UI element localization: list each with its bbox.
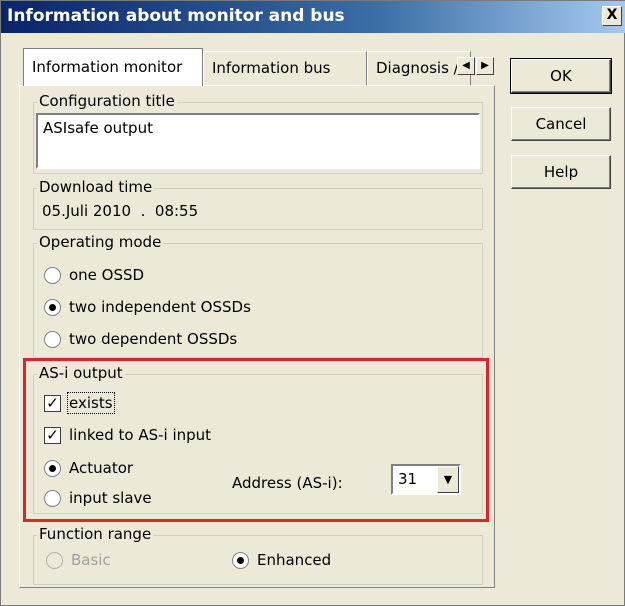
radio-icon [44, 298, 61, 316]
configuration-title-legend: Configuration title [37, 92, 177, 110]
window-title: Information about monitor and bus [7, 6, 345, 26]
tab-information-bus[interactable]: Information bus [203, 51, 367, 86]
ok-button[interactable]: OK [510, 58, 612, 94]
radio-icon [46, 551, 63, 569]
close-icon: X [606, 7, 618, 23]
radio-icon [232, 551, 249, 569]
configuration-title-value: ASIsafe output [43, 119, 153, 137]
function-range-group: Function range Basic Enhanced [33, 525, 483, 585]
tab-scroll-left-button[interactable]: ◀ [457, 57, 475, 75]
cancel-button-label: Cancel [535, 115, 587, 133]
download-time-group: Download time 05.Juli 2010 . 08:55 [33, 178, 483, 230]
radio-label: two dependent OSSDs [69, 330, 238, 348]
radio-icon [44, 266, 61, 284]
arrow-right-icon: ▶ [481, 60, 489, 71]
radio-label: Enhanced [257, 551, 332, 569]
download-time-value: 05.Juli 2010 . 08:55 [42, 202, 199, 220]
download-time-legend: Download time [37, 178, 155, 196]
radio-icon [44, 330, 61, 348]
title-bar[interactable]: Information about monitor and bus X [1, 1, 625, 33]
help-button[interactable]: Help [511, 155, 611, 189]
radio-basic: Basic [46, 551, 111, 569]
radio-label: two independent OSSDs [69, 298, 251, 316]
configuration-title-group: Configuration title ASIsafe output [33, 92, 483, 174]
close-button[interactable]: X [602, 6, 622, 26]
radio-two-independent-ossds[interactable]: two independent OSSDs [44, 298, 251, 316]
configuration-title-input[interactable]: ASIsafe output [36, 113, 480, 169]
radio-label: Basic [71, 551, 111, 569]
tab-scroll-right-button[interactable]: ▶ [476, 57, 494, 75]
tab-label: Information bus [212, 59, 331, 77]
ok-button-label: OK [550, 67, 572, 85]
highlight-box [23, 358, 489, 522]
radio-one-ossd[interactable]: one OSSD [44, 266, 144, 284]
arrow-left-icon: ◀ [462, 60, 470, 71]
dialog-window: Information about monitor and bus X Info… [0, 0, 625, 606]
function-range-legend: Function range [37, 525, 154, 543]
radio-label: one OSSD [69, 266, 145, 284]
radio-enhanced[interactable]: Enhanced [232, 551, 331, 569]
operating-mode-legend: Operating mode [37, 233, 164, 251]
radio-two-dependent-ossds[interactable]: two dependent OSSDs [44, 330, 237, 348]
tab-diagnosis[interactable]: Diagnosis / S [367, 51, 471, 86]
help-button-label: Help [543, 163, 579, 181]
tab-label: Information monitor [32, 58, 183, 76]
operating-mode-group: Operating mode one OSSD two independent … [33, 233, 483, 358]
tab-information-monitor[interactable]: Information monitor [23, 48, 203, 86]
cancel-button[interactable]: Cancel [511, 107, 611, 141]
